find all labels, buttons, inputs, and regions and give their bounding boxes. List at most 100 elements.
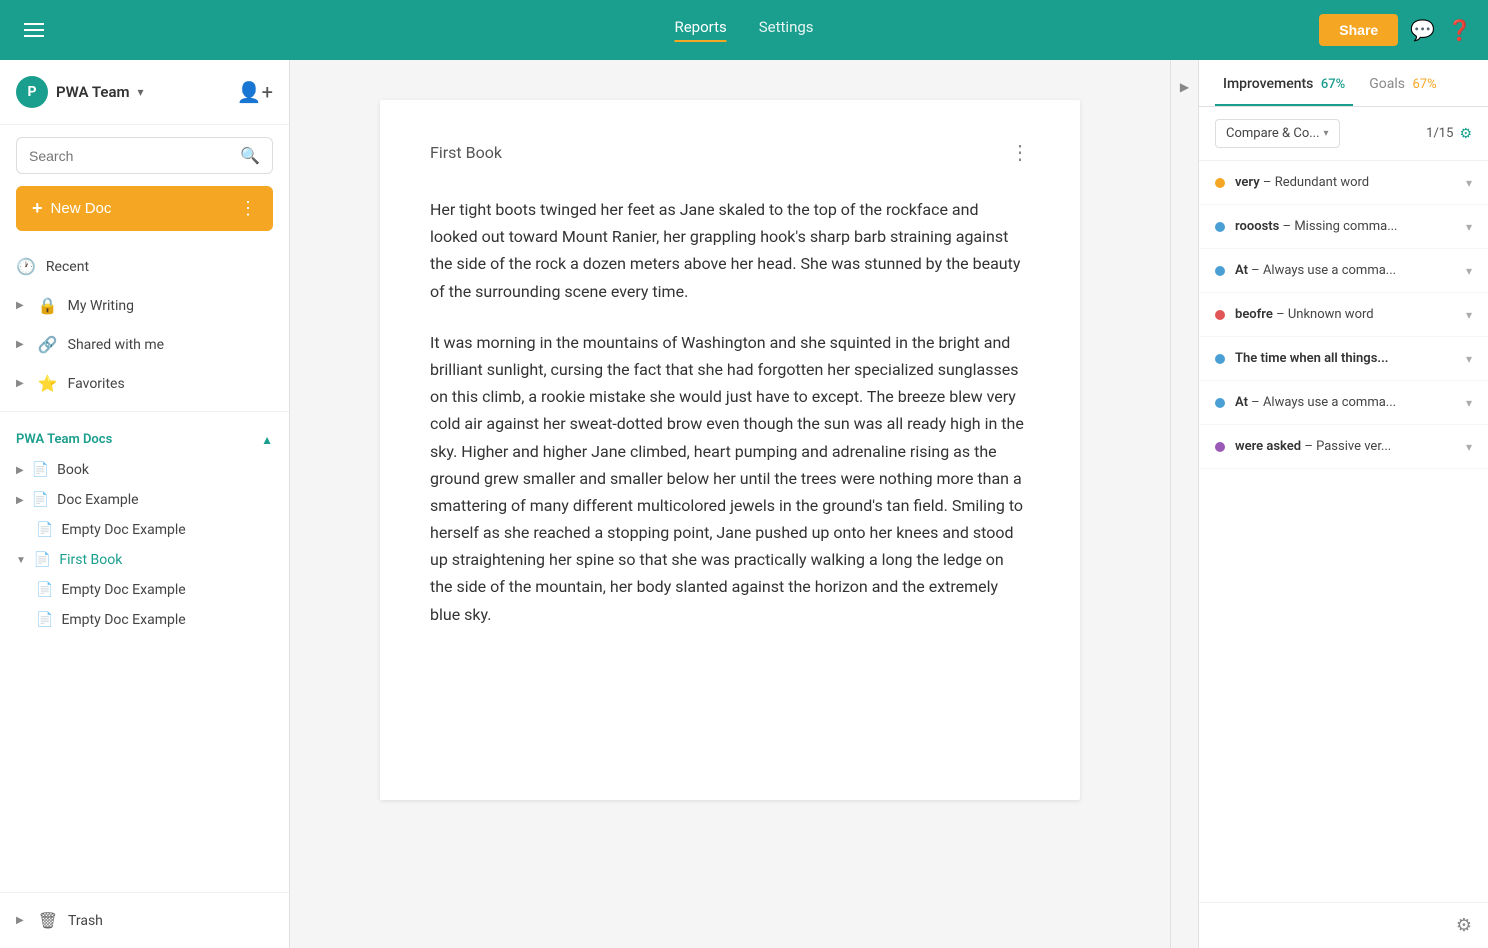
suggestion-description: Redundant word — [1275, 175, 1369, 190]
team-logo: P — [16, 76, 48, 108]
arrow-right-icon: ▶ — [16, 339, 24, 350]
recent-icon: 🕐 — [16, 257, 36, 276]
suggestion-dot-purple — [1215, 442, 1225, 452]
nav-reports[interactable]: Reports — [674, 18, 726, 42]
sidebar-item-label: My Writing — [68, 298, 134, 314]
help-icon[interactable]: ❓ — [1447, 18, 1472, 42]
document-content[interactable]: Her tight boots twinged her feet as Jane… — [430, 196, 1030, 628]
suggestion-dot-red — [1215, 310, 1225, 320]
share-icon: 🔗 — [38, 335, 58, 354]
document-paper: First Book ⋮ Her tight boots twinged her… — [380, 100, 1080, 800]
arrow-right-icon: ▶ — [16, 300, 24, 311]
suggestion-separator: – — [1304, 439, 1316, 454]
chevron-down-icon: ▾ — [1324, 128, 1329, 139]
suggestion-item-rooosts[interactable]: rooosts – Missing comma... ▾ — [1199, 205, 1488, 249]
hamburger-button[interactable] — [16, 15, 52, 45]
tree-item-doc-example[interactable]: ▶ 📄 Doc Example — [0, 485, 289, 515]
suggestion-item-at-1[interactable]: At – Always use a comma... ▾ — [1199, 249, 1488, 293]
search-container: 🔍 — [0, 125, 289, 186]
panel-expand-toggle[interactable]: ▶ — [1170, 60, 1198, 948]
doc-icon: 📄 — [36, 582, 53, 598]
tree-item-empty-doc-2[interactable]: 📄 Empty Doc Example — [0, 575, 289, 605]
tree-item-empty-doc-1[interactable]: 📄 Empty Doc Example — [0, 515, 289, 545]
chevron-down-icon[interactable]: ▾ — [1466, 396, 1472, 410]
suggestion-word: At — [1235, 395, 1248, 410]
panel-footer: ⚙ — [1199, 902, 1488, 948]
settings-icon[interactable]: ⚙ — [1456, 915, 1472, 936]
arrow-right-icon: ▶ — [16, 915, 24, 926]
panel-count: 1/15 ⚙ — [1426, 126, 1472, 142]
team-initials: P — [27, 84, 36, 100]
add-user-icon[interactable]: 👤+ — [237, 80, 273, 104]
tree-item-label: Empty Doc Example — [61, 582, 185, 598]
suggestion-item-at-2[interactable]: At – Always use a comma... ▾ — [1199, 381, 1488, 425]
tree-item-label: Empty Doc Example — [61, 522, 185, 538]
topbar: Reports Settings Share 💬 ❓ — [0, 0, 1488, 60]
tree-item-label: Book — [57, 462, 89, 478]
tab-goals[interactable]: Goals 67% — [1361, 60, 1444, 106]
sidebar-item-recent[interactable]: 🕐 Recent — [0, 247, 289, 286]
suggestion-count: 1/15 — [1426, 126, 1453, 141]
search-input[interactable] — [29, 148, 232, 164]
suggestions-list: very – Redundant word ▾ rooosts – Missin… — [1199, 161, 1488, 902]
chevron-down-icon[interactable]: ▾ — [1466, 264, 1472, 278]
sidebar-item-label: Recent — [46, 259, 89, 275]
chevron-down-icon[interactable]: ▾ — [1466, 308, 1472, 322]
sidebar-item-my-writing[interactable]: ▶ 🔒 My Writing — [0, 286, 289, 325]
tree-item-empty-doc-3[interactable]: 📄 Empty Doc Example — [0, 605, 289, 635]
tree-item-label: Empty Doc Example — [61, 612, 185, 628]
chevron-down-icon[interactable]: ▾ — [1466, 220, 1472, 234]
document-menu-icon[interactable]: ⋮ — [1010, 140, 1030, 164]
arrow-right-icon: ▶ — [16, 495, 24, 506]
tree-item-label: Doc Example — [57, 492, 138, 508]
suggestion-word: At — [1235, 263, 1248, 278]
panel-tabs: Improvements 67% Goals 67% — [1199, 60, 1488, 107]
arrow-right-icon: ▶ — [16, 465, 24, 476]
chevron-down-icon[interactable]: ▾ — [1466, 352, 1472, 366]
new-doc-button[interactable]: + New Doc ⋮ — [16, 186, 273, 231]
compare-label: Compare & Co... — [1226, 126, 1320, 141]
doc-icon: 📄 — [36, 612, 53, 628]
tab-improvements[interactable]: Improvements 67% — [1215, 60, 1353, 106]
nav-settings[interactable]: Settings — [759, 18, 814, 42]
compare-dropdown[interactable]: Compare & Co... ▾ — [1215, 119, 1340, 148]
search-icon: 🔍 — [240, 146, 260, 165]
tree-item-label: First Book — [59, 552, 122, 568]
tree-item-first-book[interactable]: ▼ 📄 First Book — [0, 545, 289, 575]
more-options-icon: ⋮ — [239, 198, 257, 219]
suggestion-item-beofre[interactable]: beofre – Unknown word ▾ — [1199, 293, 1488, 337]
sidebar-item-trash[interactable]: ▶ 🗑 Trash — [0, 901, 289, 940]
suggestion-word: rooosts — [1235, 219, 1279, 234]
suggestion-description: Always use a comma... — [1263, 263, 1396, 278]
suggestion-item-were-asked[interactable]: were asked – Passive ver... ▾ — [1199, 425, 1488, 469]
sidebar-item-favorites[interactable]: ▶ ⭐ Favorites — [0, 364, 289, 403]
trash-icon: 🗑 — [38, 911, 58, 930]
new-doc-label: New Doc — [51, 200, 112, 217]
suggestion-item-time[interactable]: The time when all things... ▾ — [1199, 337, 1488, 381]
team-info[interactable]: P PWA Team ▾ — [16, 76, 144, 108]
star-icon: ⭐ — [38, 374, 58, 393]
tree-item-book[interactable]: ▶ 📄 Book — [0, 455, 289, 485]
doc-icon: 📄 — [32, 492, 49, 508]
suggestion-word: were asked — [1235, 439, 1301, 454]
section-header[interactable]: PWA Team Docs ▲ — [0, 424, 289, 455]
share-button[interactable]: Share — [1319, 14, 1398, 46]
sidebar-footer: ▶ 🗑 Trash — [0, 892, 289, 948]
trash-label: Trash — [68, 913, 103, 929]
filter-icon[interactable]: ⚙ — [1459, 126, 1472, 142]
suggestion-description: Passive ver... — [1316, 439, 1391, 454]
chat-icon[interactable]: 💬 — [1410, 18, 1435, 42]
suggestion-separator: – — [1251, 395, 1263, 410]
main-layout: P PWA Team ▾ 👤+ 🔍 + New Doc ⋮ 🕐 Rece — [0, 60, 1488, 948]
document-header: First Book ⋮ — [430, 140, 1030, 164]
section-title: PWA Team Docs — [16, 432, 112, 447]
suggestion-word: The time when all things... — [1235, 351, 1388, 366]
chevron-down-icon[interactable]: ▾ — [1466, 440, 1472, 454]
suggestion-item-very[interactable]: very – Redundant word ▾ — [1199, 161, 1488, 205]
paragraph-2: It was morning in the mountains of Washi… — [430, 329, 1030, 628]
suggestion-description: Unknown word — [1288, 307, 1374, 322]
chevron-right-icon: ▶ — [1180, 80, 1189, 94]
sidebar-section: PWA Team Docs ▲ ▶ 📄 Book ▶ 📄 Doc Example… — [0, 412, 289, 892]
sidebar-item-shared[interactable]: ▶ 🔗 Shared with me — [0, 325, 289, 364]
chevron-down-icon[interactable]: ▾ — [1466, 176, 1472, 190]
